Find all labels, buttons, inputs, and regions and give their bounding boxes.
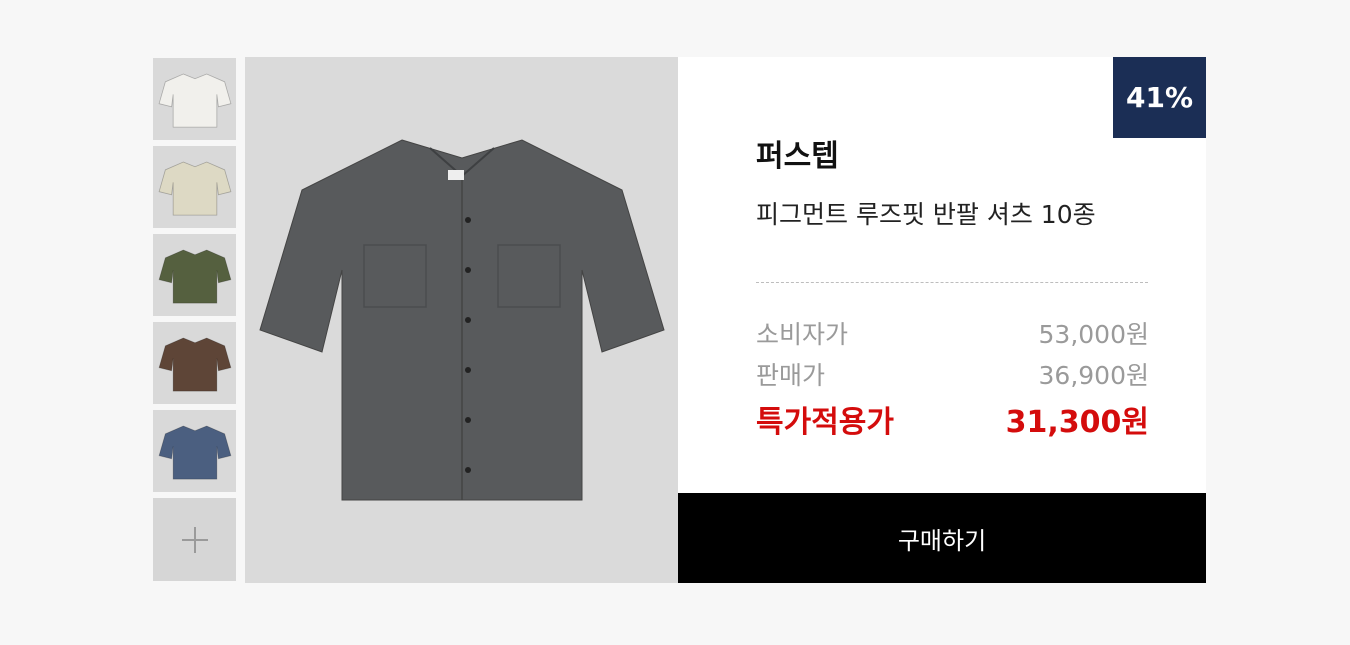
consumer-price-row: 소비자가 53,000원 bbox=[756, 315, 1149, 351]
thumbnail-khaki-shirt[interactable] bbox=[153, 234, 236, 316]
shirt-thumb-icon bbox=[158, 161, 231, 216]
divider bbox=[756, 282, 1148, 283]
thumbnail-beige-shirt[interactable] bbox=[153, 146, 236, 228]
sale-price-label: 판매가 bbox=[756, 361, 826, 390]
brand-name: 퍼스텝 bbox=[756, 139, 839, 174]
thumbnail-white-shirt[interactable] bbox=[153, 58, 236, 140]
shirt-thumb-icon bbox=[158, 249, 231, 304]
special-price-row: 특가적용가 31,300원 bbox=[756, 397, 1149, 441]
shirt-image bbox=[258, 139, 665, 501]
product-main-image bbox=[245, 57, 678, 583]
shirt-thumb-icon bbox=[158, 425, 231, 480]
thumbnail-blue-shirt[interactable] bbox=[153, 410, 236, 492]
shirt-thumb-icon bbox=[158, 337, 231, 392]
thumbnail-brown-shirt[interactable] bbox=[153, 322, 236, 404]
shirt-thumb-icon bbox=[158, 73, 231, 128]
sale-price-row: 판매가 36,900원 bbox=[756, 356, 1149, 392]
consumer-price-label: 소비자가 bbox=[756, 320, 849, 349]
special-price-label: 특가적용가 bbox=[756, 405, 894, 440]
plus-icon bbox=[181, 526, 208, 553]
thumbnail-list bbox=[153, 58, 236, 581]
consumer-price-value: 53,000원 bbox=[1038, 320, 1149, 349]
sale-price-value: 36,900원 bbox=[1038, 361, 1149, 390]
product-title: 피그먼트 루즈핏 반팔 셔츠 10종 bbox=[756, 200, 1096, 229]
buy-button[interactable]: 구매하기 bbox=[678, 493, 1206, 583]
special-price-value: 31,300원 bbox=[1005, 405, 1149, 440]
more-images-button[interactable] bbox=[153, 498, 236, 581]
product-info-panel: 41% 퍼스텝 피그먼트 루즈핏 반팔 셔츠 10종 소비자가 53,000원 … bbox=[678, 57, 1206, 583]
discount-badge: 41% bbox=[1113, 57, 1206, 138]
